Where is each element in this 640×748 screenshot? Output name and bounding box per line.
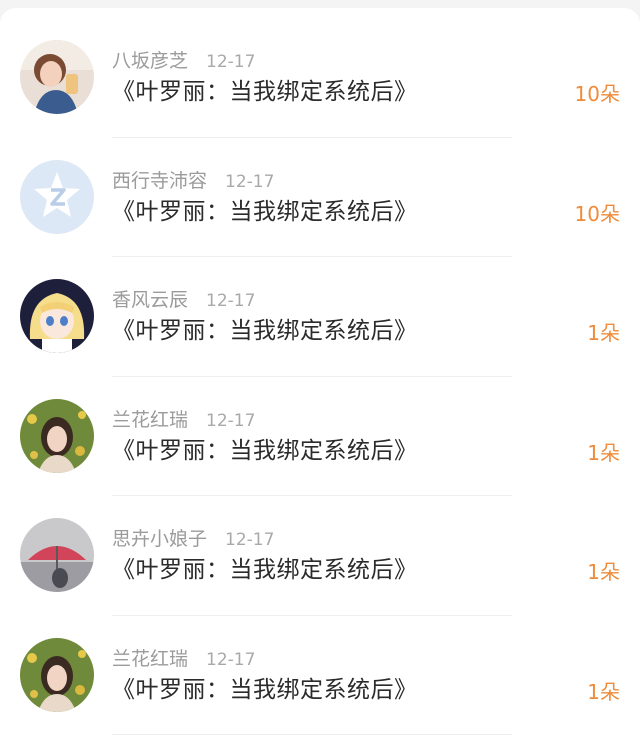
user-name-line: 八坂彦芝 12-17 xyxy=(112,48,255,74)
gift-date: 12-17 xyxy=(225,171,275,192)
user-name[interactable]: 思卉小娘子 xyxy=(112,528,207,550)
gift-amount: 10朵 xyxy=(574,201,620,226)
user-name-line: 兰花红瑞 12-17 xyxy=(112,407,255,433)
user-name-line: 西行寺沛容 12-17 xyxy=(112,168,274,194)
user-avatar[interactable] xyxy=(20,279,94,353)
gift-amount: 1朵 xyxy=(587,321,620,345)
user-name[interactable]: 八坂彦芝 xyxy=(112,50,188,72)
gift-date: 12-17 xyxy=(225,530,275,550)
user-name-line: 思卉小娘子 12-17 xyxy=(112,526,274,552)
user-name[interactable]: 香风云辰 xyxy=(112,289,188,311)
user-avatar[interactable] xyxy=(20,518,94,592)
anime-girl-avatar-icon xyxy=(20,279,94,353)
girl-flowers-avatar-icon xyxy=(20,637,94,712)
gift-date: 12-17 xyxy=(206,291,256,311)
book-title: 《叶罗丽：当我绑定系统后》 xyxy=(112,676,418,703)
user-avatar[interactable] xyxy=(20,159,94,234)
book-title: 《叶罗丽：当我绑定系统后》 xyxy=(112,557,418,583)
user-name[interactable]: 西行寺沛容 xyxy=(112,170,207,192)
user-avatar[interactable] xyxy=(20,398,94,473)
list-item[interactable]: 思卉小娘子 12-17 《叶罗丽：当我绑定系统后》 1朵 xyxy=(0,496,640,616)
user-name[interactable]: 兰花红瑞 xyxy=(112,648,188,670)
gift-amount: 1朵 xyxy=(587,440,620,465)
user-name-line: 香风云辰 12-17 xyxy=(112,287,255,313)
list-item[interactable]: 西行寺沛容 12-17 《叶罗丽：当我绑定系统后》 10朵 xyxy=(0,138,640,258)
girl-flowers-avatar-icon xyxy=(20,398,94,473)
gift-date: 12-17 xyxy=(206,52,256,72)
list-item[interactable]: 香风云辰 12-17 《叶罗丽：当我绑定系统后》 1朵 xyxy=(0,257,640,377)
umbrella-avatar-icon xyxy=(20,518,94,592)
gift-amount: 1朵 xyxy=(587,679,620,704)
book-title: 《叶罗丽：当我绑定系统后》 xyxy=(112,198,418,225)
user-avatar[interactable] xyxy=(20,637,94,712)
book-title: 《叶罗丽：当我绑定系统后》 xyxy=(112,437,418,464)
book-title: 《叶罗丽：当我绑定系统后》 xyxy=(112,79,418,105)
list-item[interactable]: 八坂彦芝 12-17 《叶罗丽：当我绑定系统后》 10朵 xyxy=(0,18,640,138)
gift-amount: 1朵 xyxy=(587,560,620,584)
list-item[interactable]: 兰花红瑞 12-17 《叶罗丽：当我绑定系统后》 1朵 xyxy=(0,616,640,736)
gift-amount: 10朵 xyxy=(574,82,620,106)
user-name[interactable]: 兰花红瑞 xyxy=(112,409,188,431)
gift-date: 12-17 xyxy=(206,649,256,670)
gift-date: 12-17 xyxy=(206,410,256,431)
default-z-avatar-icon xyxy=(20,159,94,234)
gift-list: 八坂彦芝 12-17 《叶罗丽：当我绑定系统后》 10朵 西行寺沛容 12-17 《… xyxy=(0,18,640,735)
user-avatar[interactable] xyxy=(20,40,94,114)
book-title: 《叶罗丽：当我绑定系统后》 xyxy=(112,318,418,344)
list-item[interactable]: 兰花红瑞 12-17 《叶罗丽：当我绑定系统后》 1朵 xyxy=(0,377,640,497)
girl-photo-avatar-icon xyxy=(20,40,94,114)
user-name-line: 兰花红瑞 12-17 xyxy=(112,646,255,672)
gift-list-card: 八坂彦芝 12-17 《叶罗丽：当我绑定系统后》 10朵 西行寺沛容 12-17 《… xyxy=(0,8,640,748)
